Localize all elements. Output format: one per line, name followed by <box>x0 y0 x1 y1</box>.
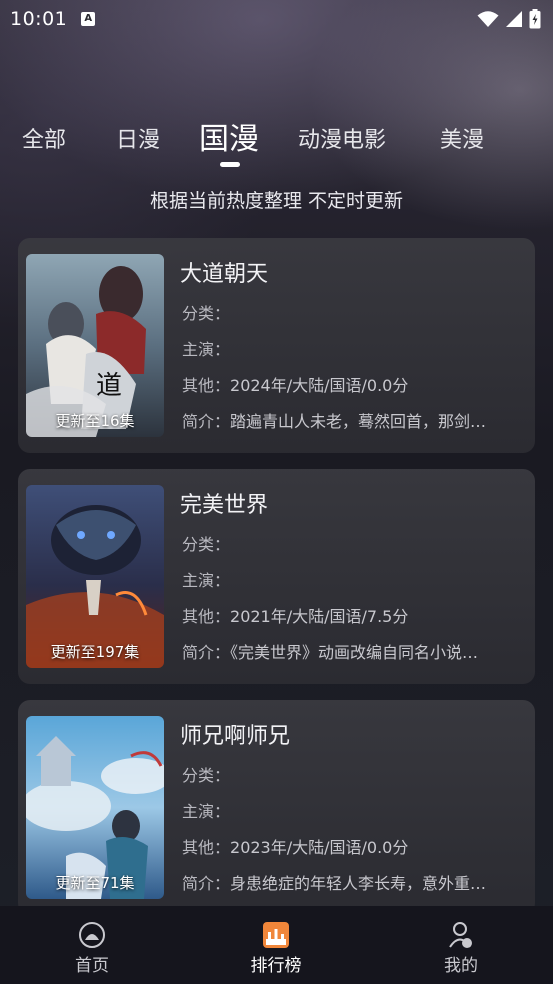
item-category: 分类： <box>182 535 231 554</box>
item-title: 大道朝天 <box>180 262 269 287</box>
ranking-subtitle: 根据当前热度整理 不定时更新 <box>149 190 404 212</box>
item-cast: 主演： <box>182 802 231 821</box>
battery-icon <box>529 9 541 29</box>
tab-anime-movies[interactable]: 动漫电影 <box>298 122 386 154</box>
episode-badge: 更新至71集 <box>55 874 135 892</box>
profile-icon <box>449 922 472 948</box>
poster-image[interactable]: 更新至197集 <box>26 485 164 668</box>
item-intro: 简介：《完美世界》动画改编自同名小说… <box>182 643 479 662</box>
episode-badge: 更新至16集 <box>55 412 135 430</box>
tab-all[interactable]: 全部 <box>22 122 66 154</box>
nav-home[interactable]: 首页 <box>47 920 137 976</box>
item-other: 其他：2021年/大陆/国语/7.5分 <box>182 607 409 626</box>
item-cast: 主演： <box>182 340 231 359</box>
nav-ranking[interactable]: 排行榜 <box>231 920 321 976</box>
notification-icon: A <box>81 12 96 26</box>
signal-icon <box>506 11 522 27</box>
nav-profile-label: 我的 <box>444 956 478 976</box>
tab-chinese-anime[interactable]: 国漫 <box>199 114 259 158</box>
item-intro: 简介：身患绝症的年轻人李长寿，意外重… <box>182 874 487 893</box>
status-bar: 10:01 A <box>0 0 553 38</box>
svg-text:道: 道 <box>96 371 122 401</box>
item-category: 分类： <box>182 304 231 323</box>
nav-profile[interactable]: 我的 <box>416 920 506 976</box>
list-item[interactable]: 道 更新至16集 大道朝天 分类： 主演： 其他：2024年/大陆/国语/0.0… <box>18 238 535 453</box>
status-time: 10:01 <box>10 8 68 30</box>
poster-image[interactable]: 道 更新至16集 <box>26 254 164 437</box>
nav-home-label: 首页 <box>75 956 109 976</box>
item-title: 师兄啊师兄 <box>180 724 291 749</box>
item-category: 分类： <box>182 766 231 785</box>
item-other: 其他：2024年/大陆/国语/0.0分 <box>182 376 409 395</box>
poster-image[interactable]: 更新至71集 <box>26 716 164 899</box>
item-title: 完美世界 <box>180 493 269 518</box>
ranking-icon <box>263 922 289 948</box>
tab-japanese-anime[interactable]: 日漫 <box>116 122 160 154</box>
item-intro: 简介：踏遍青山人未老，蓦然回首，那剑… <box>182 412 487 431</box>
wifi-icon <box>477 11 499 27</box>
item-cast: 主演： <box>182 571 231 590</box>
episode-badge: 更新至197集 <box>50 643 140 661</box>
nav-ranking-label: 排行榜 <box>250 956 302 976</box>
category-tabs: 全部 日漫 国漫 动漫电影 美漫 <box>0 112 553 172</box>
bottom-navigation: 首页 排行榜 我的 <box>0 906 553 984</box>
active-tab-indicator <box>220 162 240 167</box>
list-item[interactable]: 更新至71集 师兄啊师兄 分类： 主演： 其他：2023年/大陆/国语/0.0分… <box>18 700 535 915</box>
tab-american-anime[interactable]: 美漫 <box>440 122 484 154</box>
item-other: 其他：2023年/大陆/国语/0.0分 <box>182 838 409 857</box>
home-icon <box>79 922 105 948</box>
list-item[interactable]: 更新至197集 完美世界 分类： 主演： 其他：2021年/大陆/国语/7.5分… <box>18 469 535 684</box>
